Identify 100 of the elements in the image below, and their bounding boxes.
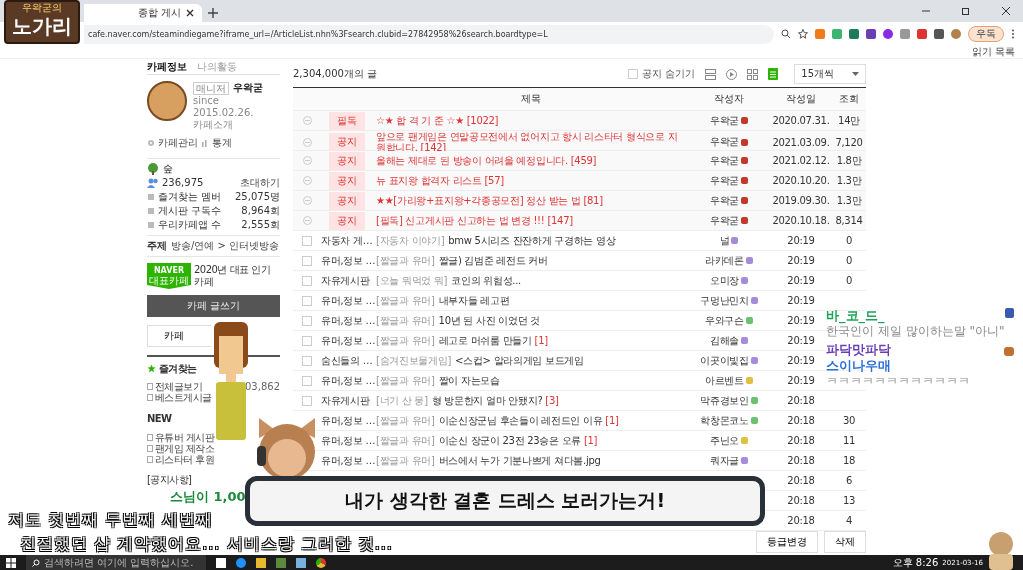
board-link[interactable]: 유머,정보 … (321, 334, 376, 346)
view-count: 11 (842, 435, 856, 446)
chrome-icon[interactable] (316, 557, 326, 568)
zoom-icon[interactable] (781, 29, 791, 39)
author-name[interactable]: 라카데론 (705, 253, 744, 268)
post-title-link[interactable]: 코인의 위험성... (451, 273, 521, 288)
stats-link[interactable]: 통계 (212, 136, 232, 150)
board-link[interactable]: 유머,정보 … (321, 254, 376, 266)
hide-notices-label[interactable]: 공지 숨기기 (642, 67, 696, 81)
author-name[interactable]: 구멍난민치 (700, 293, 749, 308)
post-title-link[interactable]: 10년 된 사진 이었던 것 (438, 313, 540, 328)
author-name[interactable]: 김해솔 (709, 333, 740, 348)
author-name[interactable]: 주닌오 (709, 433, 740, 448)
checkbox[interactable] (302, 235, 312, 246)
post-title-link[interactable]: 내부자들 레고편 (438, 293, 510, 308)
checkbox[interactable] (302, 255, 312, 266)
post-title-link[interactable]: ☆★ 합 격 기 준 ☆★ [1022] (376, 115, 685, 126)
board-link[interactable]: 베스트게시글 (155, 392, 212, 403)
board-link[interactable]: 유머,정보 … (321, 454, 376, 466)
cafe-intro-link[interactable]: 카페소개 (193, 119, 280, 131)
folder-icon[interactable] (256, 557, 266, 568)
action-button[interactable]: 삭제 (824, 531, 866, 553)
manager-name[interactable]: 우왁굳 (233, 81, 263, 95)
author-name[interactable]: 쿼자글 (709, 453, 740, 468)
action-button[interactable]: 등급변경 (756, 531, 818, 553)
board-link[interactable]: 유튜버 게시판 (155, 432, 214, 443)
author-name[interactable]: 막쥬경보인 (700, 393, 749, 408)
checkbox[interactable] (302, 335, 312, 346)
speech-bubble: 내가 생각한 결혼 드레스 보러가는거! (245, 476, 765, 526)
checkbox[interactable] (628, 69, 639, 79)
per-page-select[interactable]: 15개씩 (794, 64, 866, 84)
author-name[interactable]: 오미장 (709, 273, 740, 288)
topic-link[interactable]: 방송/연예 > 인터넷방송 (171, 240, 280, 252)
author-name[interactable]: 우왁굳 (709, 193, 740, 208)
avatar-icon[interactable] (951, 29, 961, 39)
reading-list-link[interactable]: 읽기 목록 (971, 46, 1015, 58)
checkbox[interactable] (302, 355, 312, 366)
task-view-icon[interactable] (216, 557, 226, 568)
sidebar-tab[interactable]: 카페정보 (147, 60, 187, 73)
post-title-link[interactable]: [필독] 신고게시판 신고하는 법 변경 !!! [147] (376, 215, 685, 226)
checkbox[interactable] (302, 375, 312, 386)
write-button[interactable]: 카페 글쓰기 (147, 295, 280, 317)
post-title-link[interactable]: 짤글) 김범준 레전드 커버 (438, 253, 548, 268)
view-count: 1.3만 (836, 173, 862, 188)
game-icon[interactable] (276, 557, 286, 568)
cafe-admin-link[interactable]: 카페관리 (158, 136, 198, 150)
author-name[interactable]: 아르벤트 (705, 373, 744, 388)
board-link[interactable]: 유머,정보 … (321, 294, 376, 306)
browser-tab[interactable]: 종합 게시 (84, 4, 202, 22)
post-title-link[interactable]: 버스에서 누가 기분나쁘게 쳐다봄.jpg (438, 453, 601, 468)
search-field[interactable]: 검색하려면 여기에 입력하십시오. (26, 555, 206, 570)
edge-icon[interactable] (236, 557, 246, 568)
puzzle-icon[interactable] (934, 29, 944, 39)
author-name[interactable]: 이곳이빛집 (700, 353, 749, 368)
checkbox[interactable] (302, 315, 312, 326)
menu-icon[interactable] (1011, 29, 1015, 39)
author-name[interactable]: 학창몬코노 (700, 413, 749, 428)
author-name[interactable]: 우와구슨 (705, 313, 744, 328)
post-title-link[interactable]: bmw 5시리즈 잔잔하게 구경하는 영상 (448, 233, 616, 248)
post-title-link[interactable]: <스컵> 알라의게임 보드게임 (455, 353, 584, 368)
board-link[interactable]: 자동차 게… (321, 234, 373, 246)
board-link[interactable]: 유머,정보 … (321, 314, 376, 326)
post-title-link[interactable]: ★★[가리왕+표지왕+각종공모전] 정산 받는 법 [81] (376, 195, 685, 206)
post-title-link[interactable]: 레고로 머쉬룸 만들기 [1] (438, 333, 548, 348)
board-link[interactable]: 자유게시판 (321, 274, 370, 286)
board-link[interactable]: 리스타터 후원 (155, 454, 214, 465)
author-name[interactable]: 우왁굳 (709, 153, 740, 168)
board-link[interactable]: 유머,정보 … (321, 374, 376, 386)
grid-icon[interactable] (747, 68, 759, 80)
post-title-link[interactable]: 짤이 자는모습 (438, 373, 500, 388)
post-title-link[interactable]: 올해는 제대로 된 방송이 어려울 예정입니다. [459] (376, 155, 685, 166)
cafe-button[interactable]: 카페 (147, 325, 211, 347)
board-link[interactable]: 팬게임 제작소 (155, 443, 214, 454)
app-icon[interactable] (296, 557, 306, 568)
post-title-link[interactable]: 형 방문한지 얼마 안됐지? [3] (431, 393, 559, 408)
stream-logo: 우왁굳의 노가리 (4, 0, 80, 44)
author-name[interactable]: 우왁굳 (709, 135, 740, 149)
checkbox[interactable] (302, 295, 312, 306)
list-view-icon[interactable] (705, 68, 717, 80)
close-icon[interactable] (186, 9, 194, 17)
board-link[interactable]: 유머,정보 … (321, 414, 376, 426)
checkbox[interactable] (302, 395, 312, 406)
profile-button[interactable]: 우독 (968, 26, 1004, 42)
board-link[interactable]: 전체글보기 (155, 381, 202, 392)
post-title-link[interactable]: 뉴 표지왕 합격자 리스트 [57] (376, 175, 685, 186)
address-bar[interactable]: cafe.naver.com/steamindiegame?iframe_url=/ArticleList.nhn%3Fsearch.clubid=27842958%26search.boardtype=L (84, 24, 774, 44)
invite-link[interactable]: 초대하기 (240, 177, 280, 189)
post-title-link[interactable]: 이순신 장군이 23전 23승은 오류 [1] (438, 433, 598, 448)
play-icon[interactable] (726, 68, 738, 80)
post-title-link[interactable]: 이순신장군님 후손들이 레전드인 이유 [1] (438, 413, 619, 428)
board-link[interactable]: 자유게시판 (321, 394, 370, 406)
author-name[interactable]: 우왁굳 (709, 213, 740, 228)
board-link[interactable]: 숨신들의 … (321, 354, 373, 366)
board-link[interactable]: 유머,정보 … (321, 434, 376, 446)
start-icon[interactable] (6, 557, 16, 568)
author-name[interactable]: 널 (719, 233, 730, 248)
author-name[interactable]: 우왁굳 (709, 173, 740, 188)
checkbox[interactable] (302, 275, 312, 286)
author-name[interactable]: 우왁굳 (709, 113, 740, 128)
document-icon[interactable] (768, 68, 779, 80)
